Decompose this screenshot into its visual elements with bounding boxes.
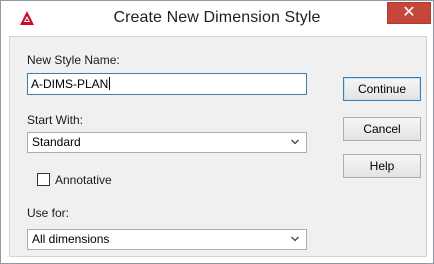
dialog-body: New Style Name: A-DIMS-PLAN Start With: … [9, 36, 427, 257]
use-for-label: Use for: [27, 206, 70, 220]
use-for-select[interactable]: All dimensions [27, 229, 307, 250]
chevron-down-icon [291, 139, 299, 145]
start-with-value: Standard [32, 135, 81, 149]
new-style-name-value: A-DIMS-PLAN [31, 77, 109, 91]
chevron-down-icon [291, 236, 299, 242]
close-icon: ✕ [402, 4, 416, 21]
new-style-name-input[interactable]: A-DIMS-PLAN [27, 73, 307, 95]
start-with-select[interactable]: Standard [27, 132, 307, 153]
annotative-checkbox[interactable] [37, 173, 50, 186]
start-with-label: Start With: [27, 113, 84, 127]
new-style-name-label: New Style Name: [27, 53, 120, 67]
continue-button[interactable]: Continue [343, 77, 421, 101]
title-bar[interactable]: Create New Dimension Style ✕ [1, 1, 433, 35]
annotative-label[interactable]: Annotative [55, 173, 112, 187]
help-button[interactable]: Help [343, 154, 421, 178]
dialog-window: Create New Dimension Style ✕ New Style N… [0, 0, 434, 264]
close-button[interactable]: ✕ [387, 2, 431, 24]
cancel-button[interactable]: Cancel [343, 117, 421, 141]
text-caret [109, 77, 111, 90]
use-for-value: All dimensions [32, 232, 110, 246]
window-title: Create New Dimension Style [113, 9, 321, 26]
